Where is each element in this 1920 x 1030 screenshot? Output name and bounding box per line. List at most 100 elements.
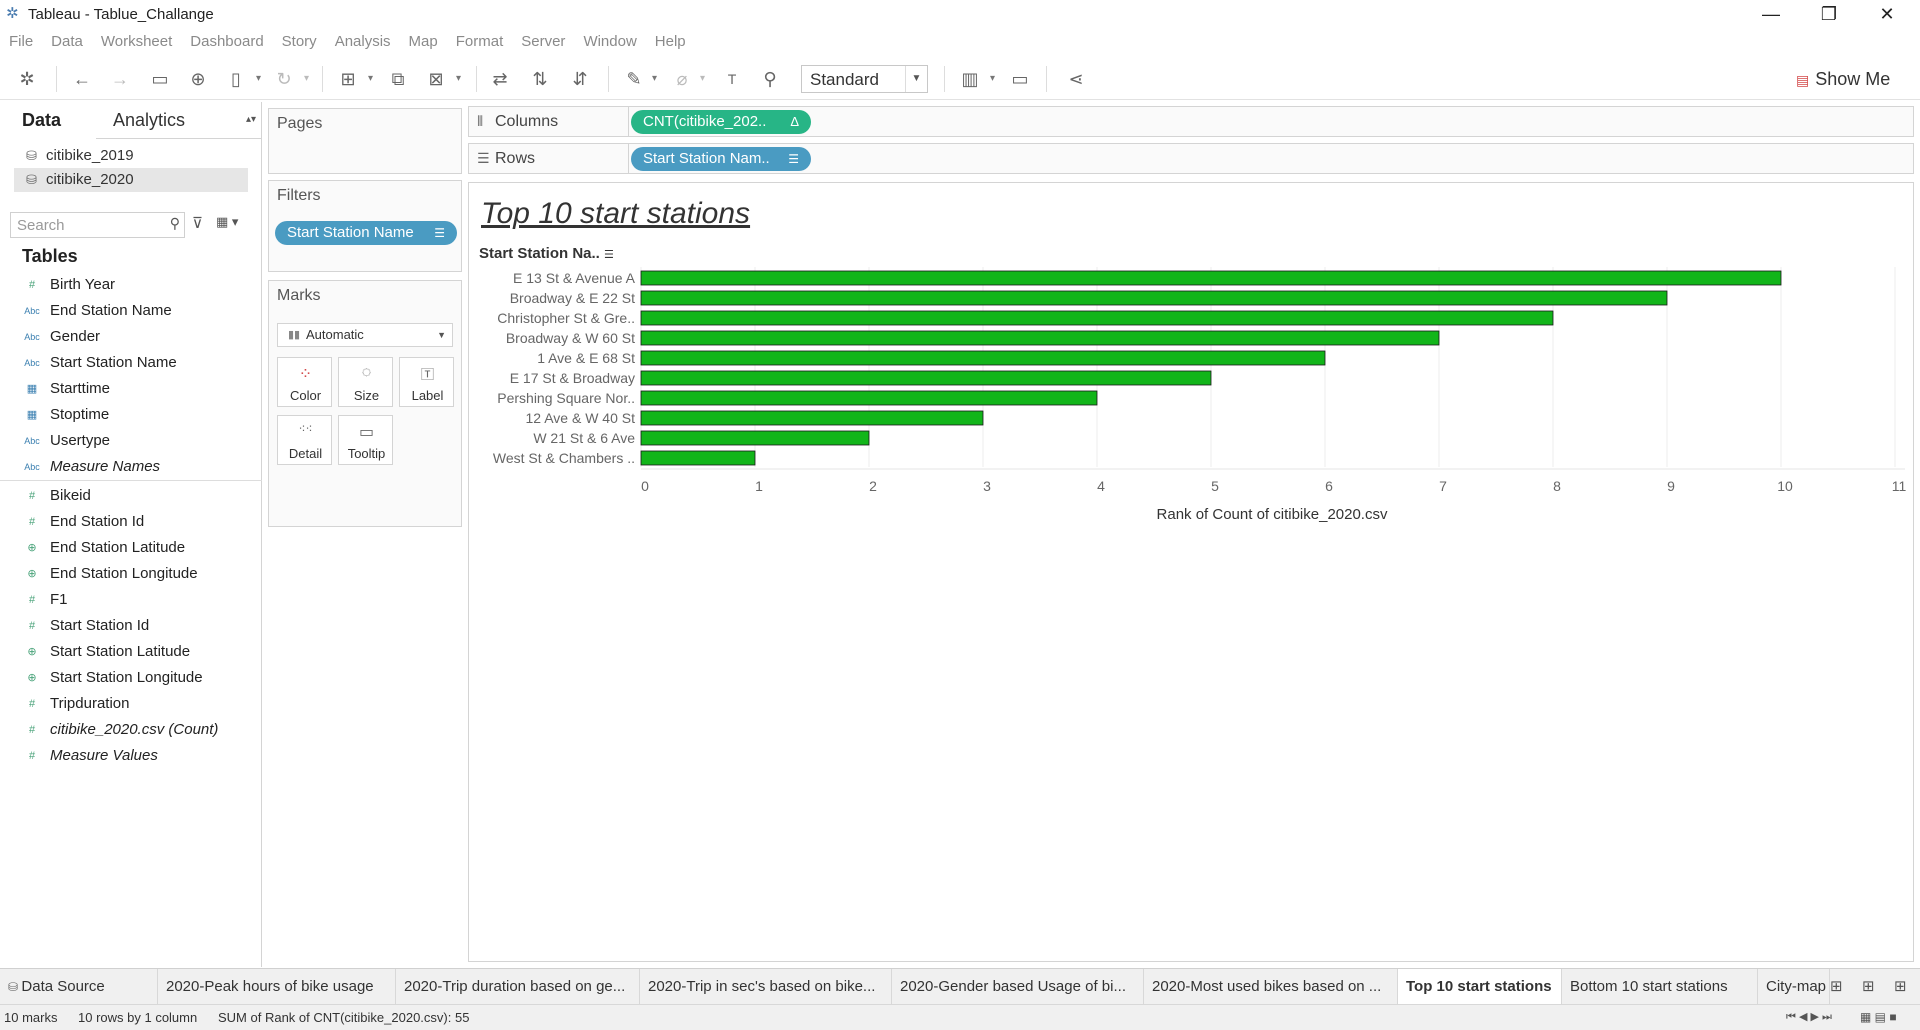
columns-pill[interactable]: CNT(citibike_202.. Δ [631,110,811,134]
menu-story[interactable]: Story [273,30,326,54]
bar[interactable] [640,270,1782,286]
sheet-tab[interactable]: City-map [1758,969,1830,1005]
detail-button[interactable]: ⁖⁖ Detail [277,415,332,465]
sheet-tab[interactable]: 2020-Peak hours of bike usage [158,969,396,1005]
sheet-tab[interactable]: Bottom 10 start stations [1562,969,1758,1005]
clear-sheet-dropdown-icon[interactable]: ▾ [456,71,466,87]
field-item[interactable]: # Start Station Id [22,613,260,639]
pause-updates-icon[interactable]: ▯ [224,67,248,91]
field-item[interactable]: Abc Measure Names [22,454,260,480]
view-mode-icon[interactable]: ▦ ▤ ■ [1860,1010,1897,1024]
field-item[interactable]: # F1 [22,587,260,613]
duplicate-sheet-icon[interactable]: ⧉ [386,67,410,91]
clear-sheet-icon[interactable]: ⊠ [424,67,448,91]
highlight-dropdown-icon[interactable]: ▾ [652,71,662,87]
pane-menu-icon[interactable]: ▴▾ [246,114,256,125]
field-item[interactable]: Abc Gender [22,324,260,350]
sheet-navigation-icon[interactable]: ⏮ ◀ ▶ ⏭ [1786,1010,1832,1024]
menu-analysis[interactable]: Analysis [326,30,400,54]
menu-server[interactable]: Server [512,30,574,54]
new-worksheet-dropdown-icon[interactable]: ▾ [368,71,378,87]
pause-updates-dropdown-icon[interactable]: ▾ [256,71,266,87]
highlight-icon[interactable]: ✎ [622,67,646,91]
menu-file[interactable]: File [0,30,42,54]
bar[interactable] [640,370,1212,386]
filters-card[interactable]: Filters Start Station Name ☰ [268,180,462,272]
new-worksheet-tab-icon[interactable]: ⊞ [1830,977,1843,995]
columns-shelf[interactable]: ⦀ Columns CNT(citibike_202.. Δ [468,106,1914,137]
save-icon[interactable]: ▭ [148,67,172,91]
tab-data[interactable]: Data [22,110,61,131]
label-button[interactable]: 🅃 Label [399,357,454,407]
field-item[interactable]: ▦ Stoptime [22,402,260,428]
sheet-tab[interactable]: 2020-Most used bikes based on ... [1144,969,1398,1005]
color-button[interactable]: ⁘ Color [277,357,332,407]
swap-rows-columns-icon[interactable]: ⇄ [488,67,512,91]
menu-window[interactable]: Window [574,30,645,54]
restore-button[interactable]: ❐ [1800,0,1858,28]
bar[interactable] [640,310,1554,326]
tableau-home-icon[interactable]: ✲ [15,67,39,91]
tab-analytics[interactable]: Analytics [113,110,185,131]
field-item[interactable]: ⊕ End Station Latitude [22,535,260,561]
field-item[interactable]: ⊕ Start Station Latitude [22,639,260,665]
sheet-tab[interactable]: Top 10 start stations [1398,969,1562,1005]
field-item[interactable]: # citibike_2020.csv (Count) [22,717,260,743]
bar[interactable] [640,450,756,466]
share-icon[interactable]: ⋖ [1064,67,1088,91]
field-item[interactable]: ⊕ End Station Longitude [22,561,260,587]
rows-pill[interactable]: Start Station Nam.. ☰ [631,147,811,171]
bar[interactable] [640,330,1440,346]
bar[interactable] [640,350,1326,366]
fix-axes-icon[interactable]: ⚲ [758,67,782,91]
show-cards-dropdown-icon[interactable]: ▾ [990,71,1000,87]
presentation-mode-icon[interactable]: ▭ [1008,67,1032,91]
show-me-button[interactable]: ▤ Show Me [1796,69,1890,90]
sheet-tab[interactable]: 2020-Trip in sec's based on bike... [640,969,892,1005]
group-members-icon[interactable]: ⌀ [670,67,694,91]
data-source-tab[interactable]: ⛁ Data Source [0,969,158,1005]
field-item[interactable]: ⊕ Start Station Longitude [22,665,260,691]
pages-card[interactable]: Pages [268,108,462,174]
field-item[interactable]: # Birth Year [22,272,260,298]
bar[interactable] [640,430,870,446]
tooltip-button[interactable]: ▭ Tooltip [338,415,393,465]
menu-data[interactable]: Data [42,30,92,54]
sort-ascending-icon[interactable]: ⇅ [528,67,552,91]
field-item[interactable]: Abc Usertype [22,428,260,454]
bar[interactable] [640,390,1098,406]
bar[interactable] [640,410,984,426]
field-item[interactable]: # Tripduration [22,691,260,717]
new-story-tab-icon[interactable]: ⊞ [1894,977,1907,995]
field-item[interactable]: Abc Start Station Name [22,350,260,376]
redo-icon[interactable]: → [108,67,132,91]
field-item[interactable]: # Bikeid [22,483,260,509]
new-datasource-icon[interactable]: ⊕ [186,67,210,91]
rows-shelf[interactable]: ☰ Rows Start Station Nam.. ☰ [468,143,1914,174]
field-item[interactable]: ▦ Starttime [22,376,260,402]
menu-format[interactable]: Format [447,30,513,54]
filter-icon[interactable]: ⊽ [192,214,203,232]
view-options-icon[interactable]: ▦ ▾ [216,214,238,230]
field-item[interactable]: # End Station Id [22,509,260,535]
sort-descending-icon[interactable]: ⇵ [568,67,592,91]
refresh-icon[interactable]: ↻ [272,67,296,91]
size-button[interactable]: ◌ Size [338,357,393,407]
menu-map[interactable]: Map [400,30,447,54]
menu-help[interactable]: Help [646,30,695,54]
field-item[interactable]: Abc End Station Name [22,298,260,324]
minimize-button[interactable]: — [1742,0,1800,28]
search-field[interactable]: Search ⚲ [10,212,185,238]
mark-type-dropdown[interactable]: ▮▮ Automatic ▼ [277,323,453,347]
sheet-tab[interactable]: 2020-Trip duration based on ge... [396,969,640,1005]
undo-icon[interactable]: ← [70,67,94,91]
sheet-tab[interactable]: 2020-Gender based Usage of bi... [892,969,1144,1005]
close-button[interactable]: ✕ [1858,0,1916,28]
field-item[interactable]: # Measure Values [22,743,260,769]
menu-worksheet[interactable]: Worksheet [92,30,181,54]
datasource-item-selected[interactable]: ⛁ citibike_2020 [14,168,248,192]
filter-pill[interactable]: Start Station Name ☰ [275,221,457,245]
show-mark-labels-icon[interactable]: T [720,67,744,91]
group-dropdown-icon[interactable]: ▾ [700,71,710,87]
show-cards-icon[interactable]: ▥ [958,67,982,91]
